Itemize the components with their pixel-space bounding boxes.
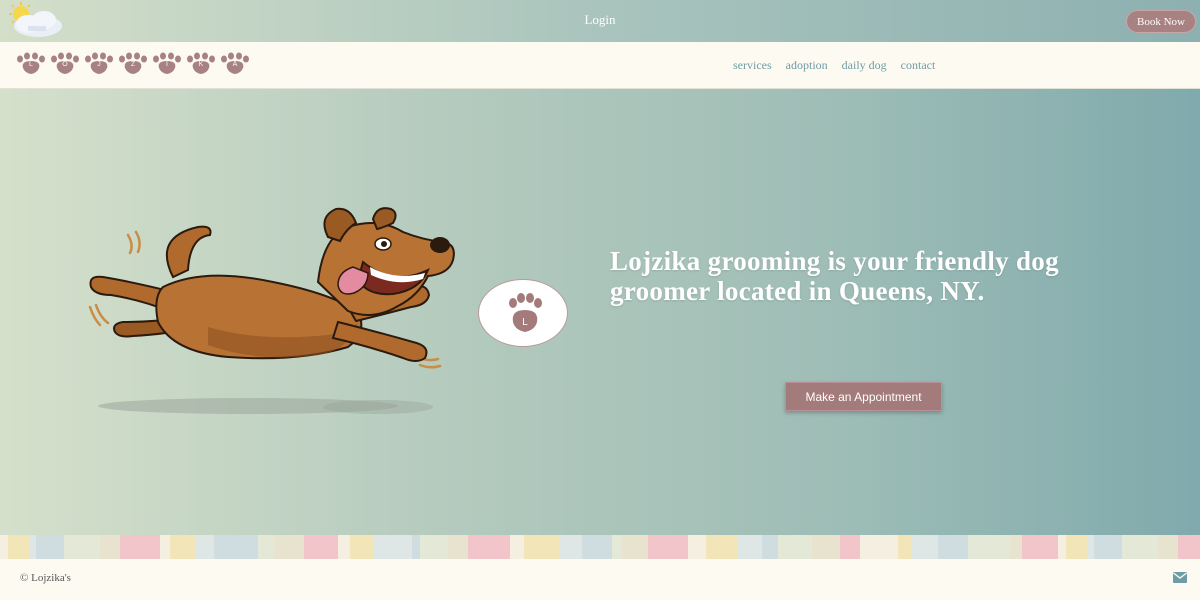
stripe-segment	[160, 535, 170, 559]
logo-letter: O	[62, 61, 68, 68]
nav-daily-dog[interactable]: daily dog	[842, 58, 887, 73]
stripe-segment	[912, 535, 938, 559]
stripe-segment	[448, 535, 468, 559]
stripe-segment	[582, 535, 612, 559]
stripe-segment	[304, 535, 338, 559]
stripe-segment	[968, 535, 1010, 559]
logo-letter: L	[29, 61, 33, 68]
envelope-icon[interactable]	[1173, 572, 1187, 583]
stripe-segment	[560, 535, 582, 559]
stripe-segment	[338, 535, 350, 559]
stripe-segment	[860, 535, 898, 559]
footer: © Lojzika's	[0, 559, 1200, 600]
site-logo[interactable]: LOJZIKA	[16, 52, 250, 74]
stripe-segment	[738, 535, 762, 559]
stripe-segment	[64, 535, 100, 559]
nav-services[interactable]: services	[733, 58, 772, 73]
stripe-segment	[762, 535, 778, 559]
nav-bar: L O J Z I K A services adoption daily dog cont…	[0, 42, 1200, 89]
logo-letter: Z	[130, 61, 136, 68]
paw-icon: L	[509, 293, 542, 332]
stripe-segment	[196, 535, 214, 559]
badge-letter: L	[522, 317, 528, 328]
stripe-segment	[214, 535, 258, 559]
stripe-segment	[612, 535, 622, 559]
nav-adoption[interactable]: adoption	[786, 58, 828, 73]
stripe-segment	[840, 535, 860, 559]
stripe-segment	[1158, 535, 1178, 559]
book-now-button[interactable]: Book Now	[1126, 10, 1196, 33]
logo-paw-letter: A	[220, 52, 250, 74]
stripe-segment	[350, 535, 374, 559]
login-link[interactable]: Login	[584, 12, 615, 27]
stripe-segment	[1066, 535, 1088, 559]
stripe-segment	[812, 535, 840, 559]
stripe-segment	[374, 535, 412, 559]
make-appointment-button[interactable]: Make an Appointment	[785, 382, 942, 411]
logo-paw-letter: O	[50, 52, 80, 74]
stripe-segment	[1058, 535, 1066, 559]
stripe-segment	[648, 535, 688, 559]
stripe-segment	[1178, 535, 1200, 559]
logo-letter: I	[166, 61, 168, 68]
hero-section: L Lojzika grooming is your friendly dog …	[0, 89, 1200, 535]
stripe-segment	[1022, 535, 1058, 559]
stripe-segment	[688, 535, 706, 559]
logo-paw-letter: I	[152, 52, 182, 74]
stripe-segment	[412, 535, 420, 559]
stripe-segment	[274, 535, 304, 559]
stripe-segment	[258, 535, 274, 559]
logo-letter: J	[97, 61, 101, 68]
stripe-segment	[120, 535, 160, 559]
login-link-row: Login	[0, 12, 1200, 28]
logo-paw-letter: J	[84, 52, 114, 74]
stripe-segment	[8, 535, 30, 559]
logo-paw-letter: L	[16, 52, 46, 74]
stripe-segment	[0, 535, 8, 559]
top-bar: Login Book Now	[0, 0, 1200, 42]
logo-paw-letter: Z	[118, 52, 148, 74]
stripe-segment	[1010, 535, 1022, 559]
logo-letter: A	[232, 61, 238, 68]
hero-headline: Lojzika grooming is your friendly dog gr…	[610, 246, 1059, 306]
running-dog-illustration	[88, 207, 455, 414]
nav-contact[interactable]: contact	[901, 58, 936, 73]
logo-paw-letter: K	[186, 52, 216, 74]
stripe-segment	[420, 535, 448, 559]
logo-letter: K	[198, 61, 204, 68]
stripe-segment	[938, 535, 968, 559]
hero-paw-badge: L	[478, 279, 568, 347]
stripe-segment	[706, 535, 738, 559]
main-nav: services adoption daily dog contact	[733, 58, 935, 73]
stripe-segment	[778, 535, 812, 559]
stripe-segment	[36, 535, 64, 559]
stripe-segment	[622, 535, 648, 559]
stripe-segment	[100, 535, 120, 559]
copyright-text: © Lojzika's	[20, 572, 71, 584]
stripe-segment	[1094, 535, 1122, 559]
stripe-segment	[170, 535, 196, 559]
stripe-segment	[468, 535, 510, 559]
stripe-segment	[524, 535, 560, 559]
stripe-segment	[898, 535, 912, 559]
decorative-stripe-border	[0, 535, 1200, 559]
stripe-segment	[510, 535, 524, 559]
stripe-segment	[1122, 535, 1158, 559]
